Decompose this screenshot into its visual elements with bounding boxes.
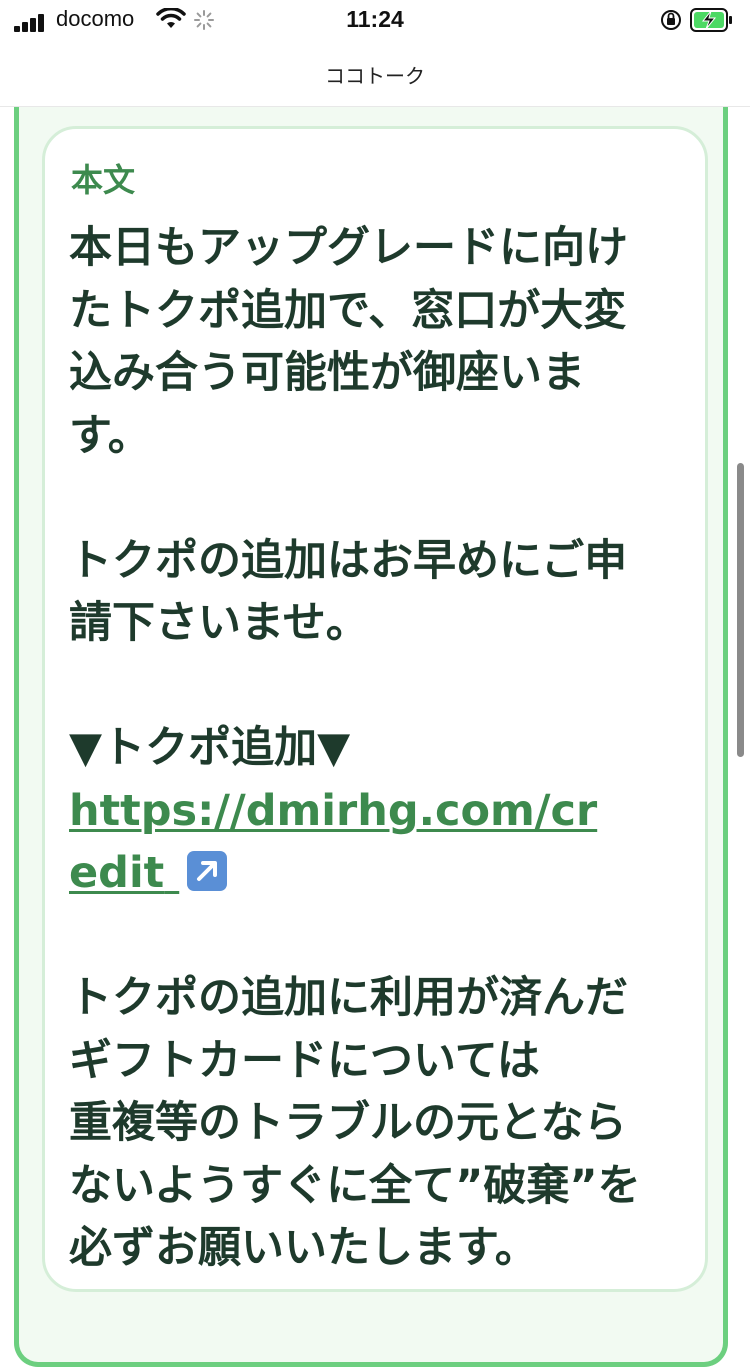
message-line: 請下さいませ。 [69, 598, 369, 648]
message-line: 本日もアップグレードに向け [69, 223, 628, 273]
orientation-lock-icon [661, 10, 681, 30]
message-line: トクポの追加はお早めにご申 [69, 535, 628, 586]
nav-bar: ココトーク [0, 40, 750, 107]
message-line: ギフトカードについては [69, 1035, 540, 1086]
message-line: たトクポ追加で、窓口が大変 [69, 285, 627, 336]
message-line: トクポの追加に利用が済んだ [69, 973, 628, 1023]
message-line: 重複等のトラブルの元となら [69, 1098, 627, 1148]
scrollbar[interactable] [737, 463, 744, 757]
page-title: ココトーク [325, 64, 425, 88]
message-body: 本日もアップグレードに向け たトクポ追加で、窓口が大変 込み合う可能性が御座いま… [69, 217, 679, 1280]
clock: 11:24 [346, 6, 404, 32]
message-line: す。 [69, 410, 151, 461]
up-right-arrow-icon [187, 851, 228, 891]
message-line: 必ずお願いいたします。 [69, 1223, 538, 1273]
message-line: ないようすぐに全て”破棄”を [69, 1160, 641, 1211]
battery-charging-icon [690, 8, 732, 32]
body-label: 本文 [71, 161, 136, 199]
link-text: https://dmirhg.com/cr [69, 785, 598, 836]
link-text-continued[interactable]: edit [69, 848, 228, 898]
message-link-continued[interactable]: edit [69, 842, 679, 905]
status-bar: docomo 11:24 [0, 0, 750, 40]
link-header: ▼トクポ追加▼ [69, 723, 351, 773]
message-card: 本文 本日もアップグレードに向け たトクポ追加で、窓口が大変 込み合う可能性が御… [42, 126, 708, 1292]
link-text: edit [69, 848, 165, 898]
message-line: 込み合う可能性が御座いま [69, 348, 585, 398]
message-link[interactable]: https://dmirhg.com/cr [69, 780, 679, 843]
